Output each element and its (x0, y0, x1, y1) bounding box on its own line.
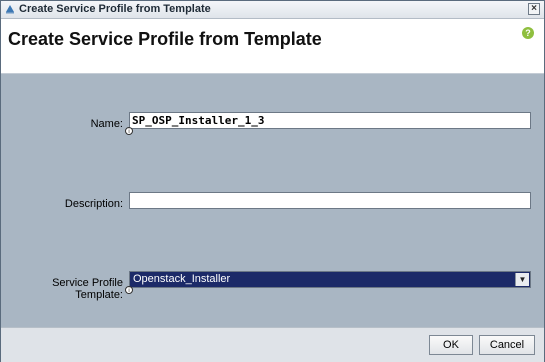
cancel-button[interactable]: Cancel (479, 335, 535, 355)
name-label: Name: (90, 118, 123, 130)
dialog-footer: OK Cancel (1, 327, 544, 362)
page-title: Create Service Profile from Template (8, 29, 322, 49)
help-icon[interactable]: ? (522, 27, 534, 39)
dialog-header: Create Service Profile from Template ? (1, 19, 544, 74)
info-icon[interactable]: i (125, 127, 133, 135)
info-icon[interactable]: i (125, 286, 133, 294)
chevron-down-icon[interactable]: ▼ (515, 273, 529, 286)
dialog-window: Create Service Profile from Template × C… (0, 0, 545, 362)
app-icon (5, 4, 15, 14)
template-selected-value: Openstack_Installer (133, 273, 231, 285)
window-title: Create Service Profile from Template (19, 3, 211, 15)
description-label: Description: (64, 198, 123, 210)
close-button[interactable]: × (528, 3, 540, 15)
ok-button[interactable]: OK (429, 335, 473, 355)
name-field[interactable]: SP_OSP_Installer_1_3 (129, 112, 531, 129)
description-field[interactable] (129, 192, 531, 209)
title-bar[interactable]: Create Service Profile from Template × (1, 1, 544, 19)
template-select[interactable]: Openstack_Installer ▼ (129, 271, 531, 288)
template-label: Service Profile Template: (52, 277, 123, 301)
